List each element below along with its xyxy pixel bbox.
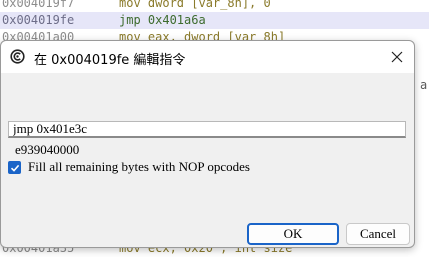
hex-bytes-preview: e939040000 xyxy=(15,142,80,157)
dialog-title: 在 0x004019fe 編輯指令 xyxy=(34,53,186,68)
nop-fill-label[interactable]: Fill all remaining bytes with NOP opcode… xyxy=(28,159,250,175)
listing-instruction: mov dword [var_8h], 0 xyxy=(119,0,271,10)
app-logo-icon xyxy=(10,49,25,64)
listing-side-text: a xyxy=(420,78,428,92)
dialog-body: e939040000 Fill all remaining bytes with… xyxy=(1,73,414,247)
ok-button[interactable]: OK xyxy=(247,223,339,245)
assembly-input[interactable] xyxy=(8,121,406,138)
listing-row[interactable]: 0x004019f7 mov dword [var_8h], 0 xyxy=(0,0,429,12)
close-icon[interactable] xyxy=(386,46,408,68)
edit-instruction-dialog: 在 0x004019fe 編輯指令 e939040000 Fill all re… xyxy=(0,40,415,248)
cancel-button[interactable]: Cancel xyxy=(346,223,410,245)
listing-row-selected[interactable]: 0x004019fe jmp 0x401a6a xyxy=(0,12,429,29)
nop-fill-checkbox[interactable] xyxy=(8,161,21,174)
listing-address: 0x004019fe xyxy=(2,13,75,27)
checkmark-icon xyxy=(10,164,19,172)
listing-instruction: jmp 0x401a6a xyxy=(119,13,206,27)
dialog-titlebar[interactable]: 在 0x004019fe 編輯指令 xyxy=(1,41,414,73)
listing-address: 0x004019f7 xyxy=(2,0,75,10)
